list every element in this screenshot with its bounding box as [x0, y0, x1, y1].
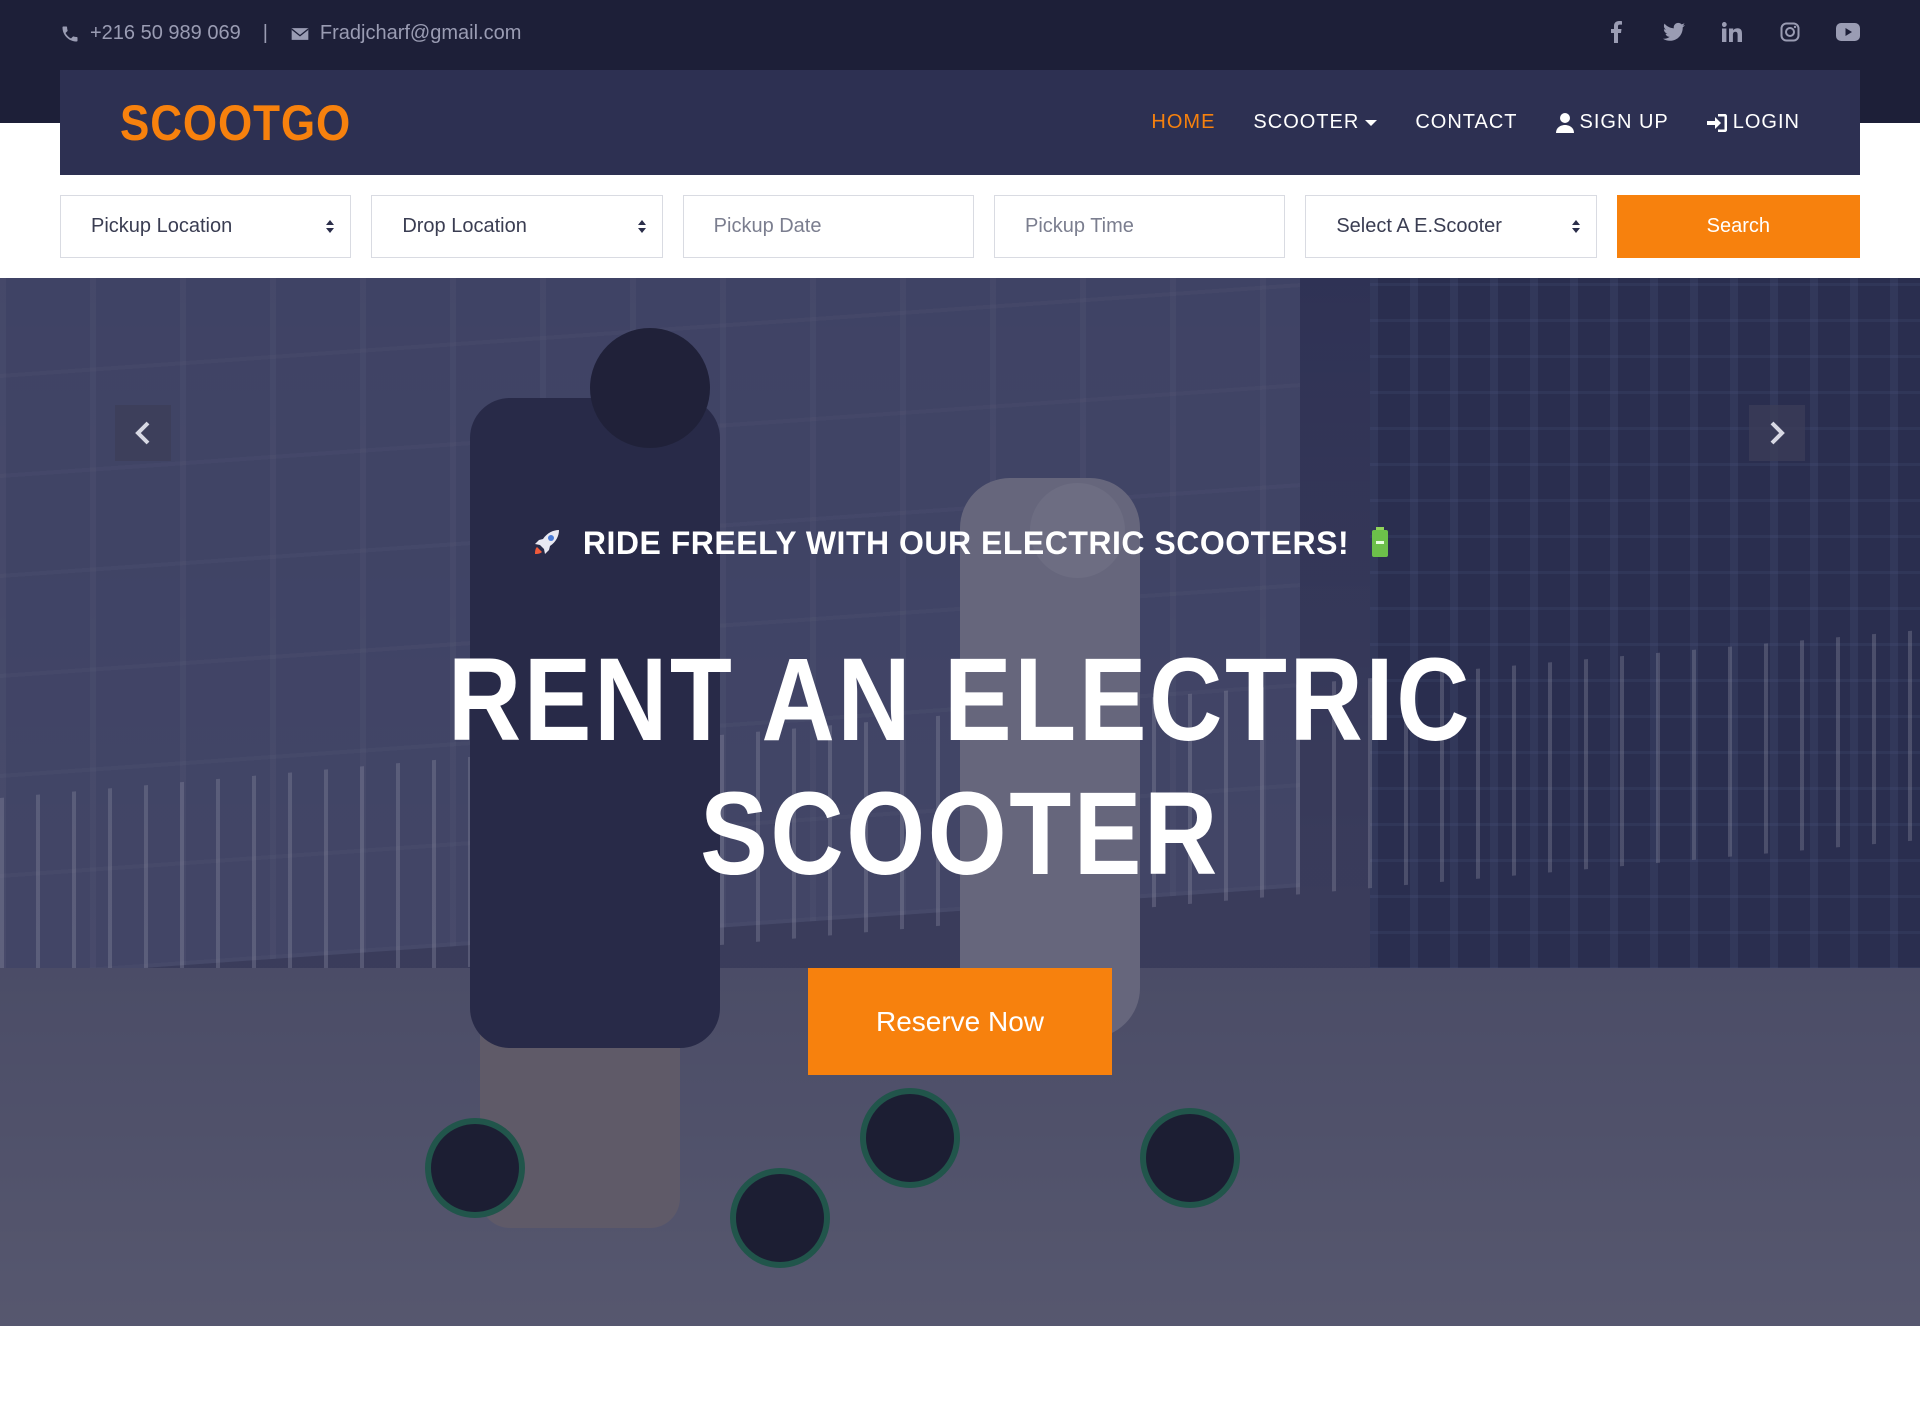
contact-separator: |: [262, 22, 268, 44]
sign-in-icon: [1706, 113, 1727, 132]
login-label: LOGIN: [1732, 111, 1800, 133]
hero-tagline-text: RIDE FREELY WITH OUR ELECTRIC SCOOTERS!: [582, 525, 1350, 561]
hero-tagline: RIDE FREELY WITH OUR ELECTRIC SCOOTERS!: [0, 525, 1920, 565]
reserve-now-button[interactable]: Reserve Now: [808, 968, 1112, 1075]
user-icon: [1555, 112, 1574, 133]
select-arrows-icon: [326, 220, 335, 233]
pickup-date-placeholder: Pickup Date: [713, 215, 822, 237]
facebook-icon[interactable]: [1604, 20, 1628, 44]
chevron-left-icon: [135, 421, 150, 445]
battery-icon: [1371, 526, 1389, 565]
contact-info: +216 50 989 069 | Fradjcharf@gmail.com: [60, 22, 521, 45]
nav-item-scooter-dropdown[interactable]: SCOOTER: [1253, 111, 1378, 134]
phone-icon: [62, 26, 78, 41]
nav-item-home[interactable]: HOME: [1151, 111, 1215, 134]
pickup-date-input[interactable]: Pickup Date: [682, 195, 974, 258]
pickup-time-placeholder: Pickup Time: [1024, 215, 1134, 237]
chevron-right-icon: [1770, 421, 1785, 445]
booking-search-bar: Pickup Location Drop Location Pickup Dat…: [60, 195, 1860, 258]
email-address: Fradjcharf@gmail.com: [319, 22, 522, 44]
pickup-time-input[interactable]: Pickup Time: [993, 195, 1286, 258]
scooter-select-value: Select A E.Scooter: [1336, 215, 1502, 237]
nav-menu: HOME SCOOTER CONTACT SIGN UP LOGIN: [1151, 111, 1800, 134]
nav-item-contact[interactable]: CONTACT: [1415, 111, 1517, 134]
carousel-prev-button[interactable]: [115, 405, 171, 461]
main-navbar: SCOOTGO HOME SCOOTER CONTACT SIGN UP LOG…: [60, 70, 1860, 175]
youtube-icon[interactable]: [1836, 20, 1860, 44]
instagram-icon[interactable]: [1778, 20, 1802, 44]
search-button[interactable]: Search: [1616, 195, 1860, 258]
hero-headline-line1: RENT AN ELECTRIC: [447, 634, 1473, 766]
rocket-icon: [532, 527, 562, 565]
email-contact[interactable]: Fradjcharf@gmail.com: [290, 22, 521, 45]
signup-label: SIGN UP: [1579, 111, 1669, 133]
pickup-location-select[interactable]: Pickup Location: [60, 195, 352, 258]
twitter-icon[interactable]: [1662, 20, 1686, 44]
scooter-select[interactable]: Select A E.Scooter: [1305, 195, 1597, 258]
phone-contact[interactable]: +216 50 989 069: [60, 22, 241, 45]
carousel-next-button[interactable]: [1749, 405, 1805, 461]
select-arrows-icon: [1571, 220, 1580, 233]
phone-number: +216 50 989 069: [90, 22, 241, 44]
site-logo[interactable]: SCOOTGO: [120, 94, 351, 152]
nav-item-login[interactable]: LOGIN: [1706, 111, 1800, 134]
caret-down-icon: [1365, 119, 1378, 126]
select-arrows-icon: [637, 220, 646, 233]
nav-item-signup[interactable]: SIGN UP: [1555, 111, 1669, 134]
envelope-icon: [291, 27, 309, 40]
drop-location-select[interactable]: Drop Location: [371, 195, 663, 258]
pickup-location-value: Pickup Location: [91, 215, 233, 237]
drop-location-value: Drop Location: [402, 215, 527, 237]
nav-item-scooter-label: SCOOTER: [1253, 111, 1360, 133]
linkedin-icon[interactable]: [1720, 20, 1744, 44]
hero-headline-line2: SCOOTER: [700, 768, 1220, 900]
hero-headline: RENT AN ELECTRIC SCOOTER: [134, 633, 1785, 901]
social-links: [1604, 20, 1860, 44]
hero-carousel: RIDE FREELY WITH OUR ELECTRIC SCOOTERS! …: [0, 278, 1920, 1326]
